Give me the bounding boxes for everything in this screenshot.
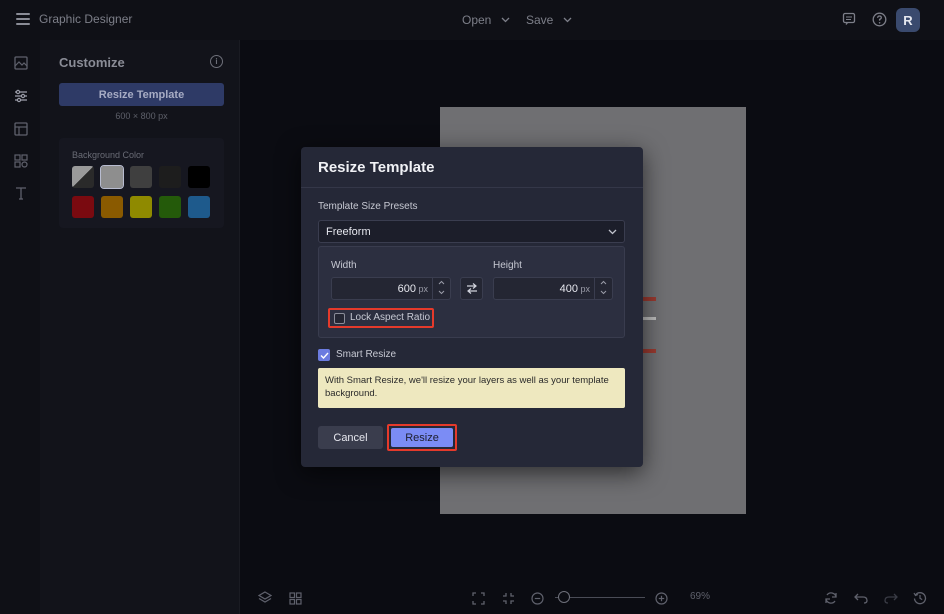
width-value: 600	[397, 283, 416, 295]
sliders-icon[interactable]	[13, 88, 28, 103]
stepper-up-icon[interactable]	[438, 280, 445, 287]
cancel-button[interactable]: Cancel	[318, 426, 383, 449]
zoom-slider-handle[interactable]	[558, 591, 570, 603]
color-swatch[interactable]	[159, 196, 181, 218]
smart-resize-note: With Smart Resize, we'll resize your lay…	[318, 368, 625, 408]
color-swatch[interactable]	[101, 196, 123, 218]
canvas-artwork-fragment	[643, 287, 656, 359]
chevron-down-icon	[563, 16, 572, 25]
resize-button[interactable]: Resize	[391, 428, 453, 447]
elements-icon[interactable]	[13, 153, 28, 168]
background-color-card: Background Color	[59, 138, 224, 228]
color-swatch[interactable]	[188, 196, 210, 218]
lock-aspect-ratio-checkbox[interactable]	[334, 313, 345, 324]
lock-aspect-ratio-option[interactable]: Lock Aspect Ratio	[328, 308, 434, 328]
image-icon[interactable]	[13, 55, 28, 70]
dimensions-box: Width 600 px Height 400 px Lock Aspect R…	[318, 246, 625, 338]
save-label: Save	[526, 13, 554, 27]
chevron-down-icon	[501, 16, 510, 25]
chevron-down-icon	[608, 227, 617, 237]
height-label: Height	[493, 260, 522, 271]
swap-icon	[466, 283, 477, 294]
lock-aspect-ratio-label[interactable]: Lock Aspect Ratio	[350, 312, 430, 323]
text-icon[interactable]	[13, 185, 28, 200]
redo-icon[interactable]	[884, 591, 898, 605]
dialog-title: Resize Template	[318, 159, 435, 176]
color-swatch[interactable]	[130, 196, 152, 218]
zoom-level[interactable]: 69%	[690, 591, 710, 602]
resize-template-dialog: Resize Template Template Size Presets Fr…	[301, 147, 643, 467]
preset-value: Freeform	[326, 226, 371, 238]
height-unit: px	[580, 284, 590, 294]
shrink-icon[interactable]	[501, 591, 515, 605]
zoom-in-icon[interactable]	[654, 591, 668, 605]
customize-panel: Customize i Resize Template 600 × 800 px…	[40, 40, 240, 614]
resize-button-highlight[interactable]: Resize	[387, 424, 457, 451]
avatar[interactable]: R	[896, 8, 920, 32]
left-rail	[0, 40, 40, 614]
info-icon[interactable]: i	[210, 55, 223, 68]
fit-screen-icon[interactable]	[471, 591, 485, 605]
height-stepper[interactable]	[594, 278, 612, 299]
swatch-transparent[interactable]	[72, 166, 94, 188]
color-swatch[interactable]	[72, 196, 94, 218]
open-label: Open	[462, 13, 492, 27]
hamburger-icon[interactable]	[16, 13, 30, 25]
check-icon	[320, 352, 329, 359]
color-swatch[interactable]	[100, 165, 124, 189]
dialog-divider	[301, 187, 643, 188]
zoom-out-icon[interactable]	[530, 591, 544, 605]
layout-icon[interactable]	[13, 121, 28, 136]
grid-icon[interactable]	[288, 591, 302, 605]
comment-icon[interactable]	[841, 11, 857, 27]
help-icon[interactable]	[871, 11, 887, 27]
width-label: Width	[331, 260, 357, 271]
color-swatch[interactable]	[188, 166, 210, 188]
save-menu[interactable]: Save	[518, 9, 580, 31]
size-preset-select[interactable]: Freeform	[318, 220, 625, 243]
template-size-label: 600 × 800 px	[115, 111, 168, 121]
smart-resize-label[interactable]: Smart Resize	[336, 349, 396, 360]
smart-resize-checkbox[interactable]	[318, 349, 330, 361]
color-swatch[interactable]	[159, 166, 181, 188]
presets-label: Template Size Presets	[318, 201, 418, 212]
refresh-icon[interactable]	[824, 591, 838, 605]
width-stepper[interactable]	[432, 278, 450, 299]
panel-title: Customize	[59, 55, 125, 70]
width-unit: px	[418, 284, 428, 294]
top-bar: Graphic Designer Open Save R	[0, 0, 944, 40]
resize-template-button[interactable]: Resize Template	[59, 83, 224, 106]
height-value: 400	[559, 283, 578, 295]
background-color-label: Background Color	[72, 150, 145, 160]
stepper-down-icon[interactable]	[600, 290, 607, 297]
history-icon[interactable]	[913, 591, 927, 605]
swap-dimensions-button[interactable]	[460, 277, 483, 300]
width-input[interactable]: 600 px	[331, 277, 451, 300]
app-title: Graphic Designer	[39, 12, 133, 26]
color-swatch[interactable]	[130, 166, 152, 188]
height-input[interactable]: 400 px	[493, 277, 613, 300]
stepper-up-icon[interactable]	[600, 280, 607, 287]
undo-icon[interactable]	[854, 591, 868, 605]
stepper-down-icon[interactable]	[438, 290, 445, 297]
open-menu[interactable]: Open	[454, 9, 518, 31]
layers-icon[interactable]	[258, 591, 272, 605]
